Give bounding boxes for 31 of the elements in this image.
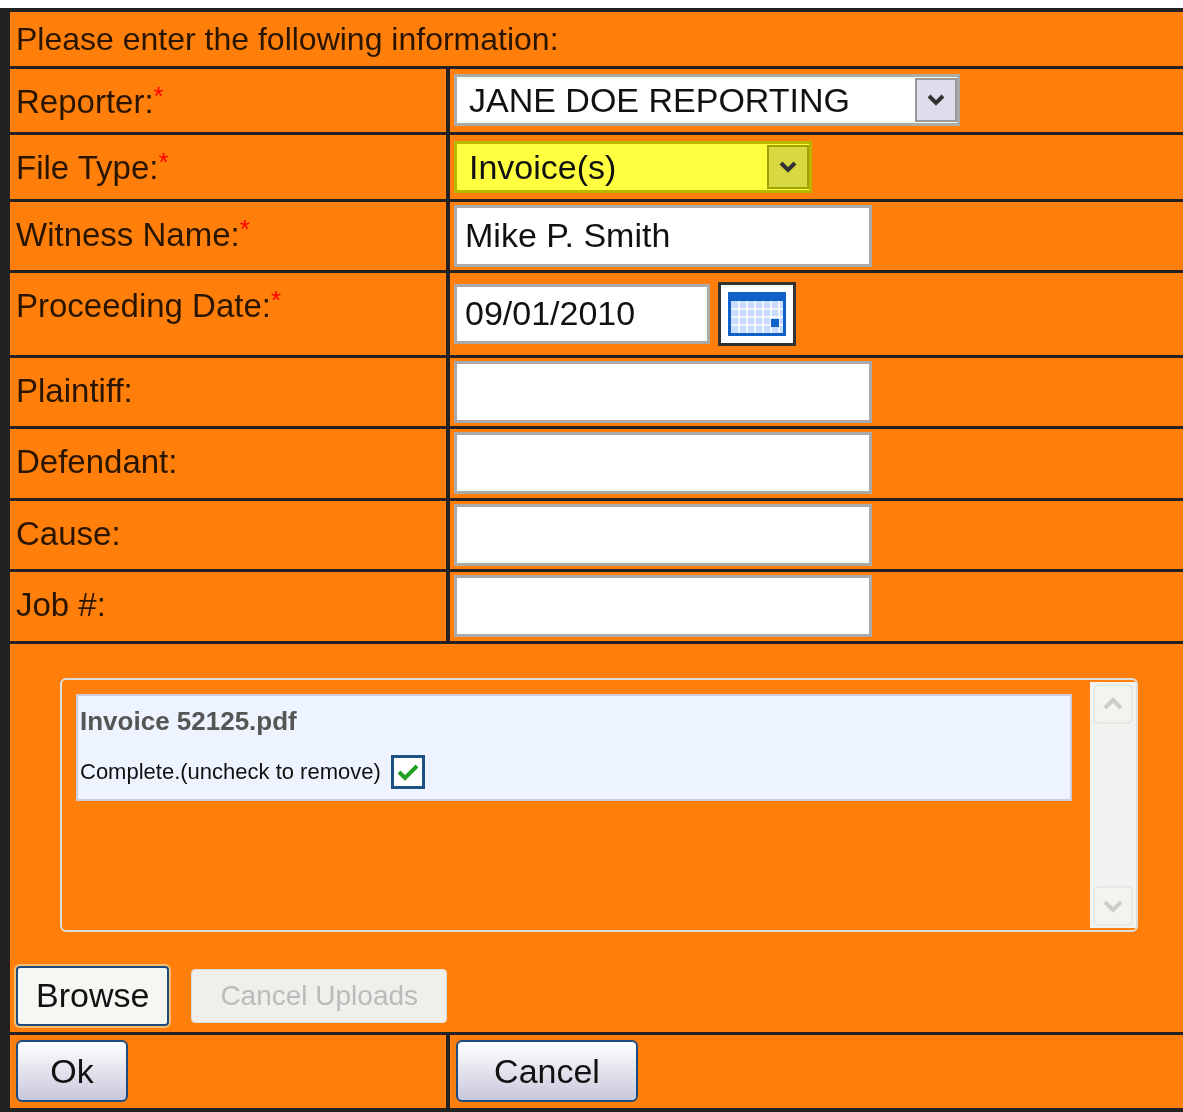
field-label: Proceeding Date:* bbox=[16, 287, 282, 325]
file-name: Invoice 52125.pdf bbox=[80, 704, 298, 738]
dropdown[interactable]: Invoice(s) bbox=[454, 140, 812, 193]
cancel-button[interactable]: Cancel bbox=[456, 1040, 638, 1103]
scrollbar[interactable] bbox=[1090, 681, 1136, 928]
field-label: Reporter:* bbox=[16, 82, 164, 120]
scroll-down-icon[interactable] bbox=[1093, 885, 1133, 926]
input-field[interactable]: Mike P. Smith bbox=[454, 204, 872, 267]
input-field[interactable] bbox=[454, 360, 872, 423]
caret-icon bbox=[927, 94, 945, 107]
checkmark-icon bbox=[396, 762, 419, 781]
dropdown[interactable]: JANE DOE REPORTING bbox=[454, 74, 960, 127]
input-field[interactable] bbox=[454, 575, 872, 638]
field-label: Defendant: bbox=[16, 443, 178, 481]
input-field[interactable] bbox=[454, 432, 872, 495]
upload-status: Complete.(uncheck to remove) bbox=[80, 758, 381, 787]
field-label: Witness Name:* bbox=[16, 215, 250, 253]
caret-icon bbox=[779, 160, 797, 173]
scroll-up-icon[interactable] bbox=[1093, 683, 1133, 724]
date-field[interactable]: 09/01/2010 bbox=[454, 283, 710, 344]
field-label: Cause: bbox=[16, 514, 121, 552]
field-label: Job #: bbox=[16, 586, 106, 624]
browse-button[interactable]: Browse bbox=[16, 965, 170, 1026]
field-label: Plaintiff: bbox=[16, 371, 133, 409]
calendar-button[interactable] bbox=[718, 281, 796, 346]
ok-button[interactable]: Ok bbox=[16, 1040, 128, 1103]
input-field[interactable] bbox=[454, 503, 872, 566]
field-label: File Type:* bbox=[16, 149, 169, 187]
calendar-icon bbox=[727, 290, 787, 337]
remove-checkbox[interactable] bbox=[390, 754, 425, 789]
form-heading: Please enter the following information: bbox=[16, 19, 559, 59]
